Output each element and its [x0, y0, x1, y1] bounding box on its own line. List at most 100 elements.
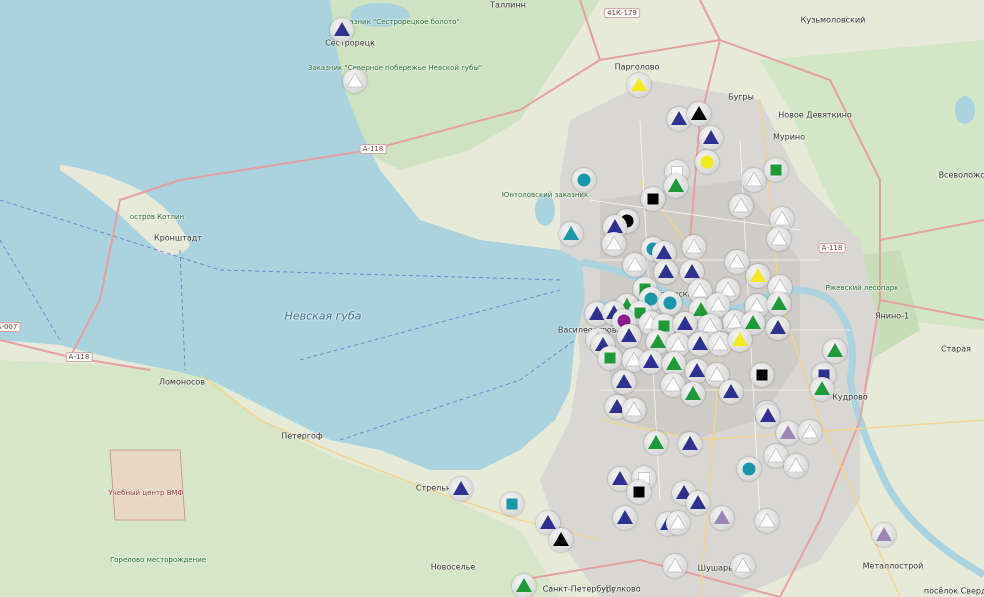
place-label: Санкт-Петербург [542, 584, 616, 594]
road-shield-label: А-118 [65, 352, 93, 362]
triangle-icon [827, 343, 843, 357]
map-marker-triangle-green[interactable] [810, 377, 834, 401]
map-marker-triangle-white[interactable] [623, 253, 647, 277]
triangle-icon [691, 106, 707, 120]
map-marker-square-black[interactable] [627, 480, 651, 504]
map-marker-triangle-navy[interactable] [612, 370, 636, 394]
triangle-icon [703, 130, 719, 144]
triangle-icon [750, 268, 766, 282]
map-marker-triangle-lavender[interactable] [710, 506, 734, 530]
triangle-icon [770, 320, 786, 334]
triangle-icon [801, 423, 819, 439]
map-marker-circle-teal[interactable] [572, 168, 596, 192]
triangle-icon [617, 510, 633, 524]
place-label: Горелово месторождение [109, 556, 207, 564]
map-marker-triangle-white[interactable] [622, 398, 646, 422]
map-marker-triangle-navy[interactable] [766, 316, 790, 340]
square-icon [756, 369, 768, 381]
map-marker-triangle-white[interactable] [784, 454, 808, 478]
square-icon [506, 498, 518, 510]
place-label: Мурино [772, 132, 806, 142]
map-marker-square-teal[interactable] [500, 492, 524, 516]
map-marker-triangle-navy[interactable] [699, 126, 723, 150]
place-label: Всеволожск [938, 170, 984, 180]
place-label: Новоселье [430, 562, 476, 572]
map-marker-triangle-yellow[interactable] [728, 328, 752, 352]
place-label: Бугры [728, 92, 754, 102]
map-marker-triangle-white[interactable] [755, 509, 779, 533]
place-label: Кузьмоловский [800, 15, 866, 25]
place-label: Невская губа [284, 309, 362, 323]
triangle-icon [453, 481, 469, 495]
triangle-icon [346, 72, 364, 88]
place-label: Юнтоловский заказник [501, 191, 589, 199]
road-shield-label: А-007 [0, 322, 21, 332]
map-marker-triangle-white[interactable] [663, 554, 687, 578]
map-view[interactable]: Сестрорецк Заказник "Сестрорецкое болото"… [0, 0, 984, 597]
place-label: остров Котлин [129, 213, 185, 221]
triangle-icon [685, 238, 703, 254]
triangle-icon [787, 457, 805, 473]
place-label: Ржевский лесопарк [825, 284, 899, 292]
triangle-icon [723, 384, 739, 398]
triangle-icon [732, 197, 750, 213]
map-marker-triangle-white[interactable] [729, 194, 753, 218]
map-marker-triangle-green[interactable] [681, 382, 705, 406]
map-marker-triangle-yellow[interactable] [627, 73, 651, 97]
map-marker-triangle-teal[interactable] [559, 222, 583, 246]
circle-icon [577, 173, 591, 187]
map-marker-square-black[interactable] [641, 187, 665, 211]
map-marker-triangle-navy[interactable] [639, 350, 663, 374]
map-marker-triangle-navy[interactable] [613, 506, 637, 530]
triangle-icon [643, 354, 659, 368]
map-marker-square-green[interactable] [764, 158, 788, 182]
map-marker-triangle-lavender[interactable] [872, 523, 896, 547]
triangle-icon [666, 557, 684, 573]
map-marker-triangle-black[interactable] [687, 102, 711, 126]
map-marker-triangle-white[interactable] [731, 554, 755, 578]
map-marker-triangle-navy[interactable] [330, 18, 354, 42]
map-marker-triangle-white[interactable] [343, 69, 367, 93]
circle-icon [742, 462, 756, 476]
place-label: Ломоносов [159, 377, 205, 387]
map-marker-triangle-navy[interactable] [449, 477, 473, 501]
triangle-icon [745, 171, 763, 187]
place-label: Новое Девяткино [778, 110, 852, 120]
place-label: Заказник "Сестрорецкое болото" [336, 18, 460, 26]
place-label: Таллинн [490, 0, 526, 10]
place-label: Парголово [614, 62, 660, 72]
map-marker-square-black[interactable] [750, 363, 774, 387]
triangle-icon [758, 512, 776, 528]
map-marker-circle-teal[interactable] [737, 457, 761, 481]
triangle-icon [334, 22, 350, 36]
map-marker-triangle-navy[interactable] [719, 380, 743, 404]
triangle-icon [771, 296, 787, 310]
map-marker-triangle-white[interactable] [682, 235, 706, 259]
place-label: Янино-1 [874, 311, 910, 321]
place-label: Заказник "Северное побережье Невской губ… [307, 64, 483, 72]
map-marker-triangle-white[interactable] [767, 227, 791, 251]
map-marker-triangle-green[interactable] [644, 431, 668, 455]
map-marker-triangle-navy[interactable] [678, 432, 702, 456]
map-marker-triangle-green[interactable] [664, 174, 688, 198]
map-marker-square-green[interactable] [598, 346, 622, 370]
triangle-icon [553, 532, 569, 546]
map-marker-triangle-white[interactable] [798, 420, 822, 444]
map-marker-triangle-navy[interactable] [654, 260, 678, 284]
map-marker-circle-yellow[interactable] [695, 150, 719, 174]
map-marker-triangle-navy[interactable] [617, 324, 641, 348]
map-marker-triangle-green[interactable] [767, 292, 791, 316]
triangle-icon [621, 328, 637, 342]
triangle-icon [770, 230, 788, 246]
map-marker-triangle-yellow[interactable] [746, 264, 770, 288]
map-marker-triangle-green[interactable] [512, 574, 536, 597]
square-icon [633, 486, 645, 498]
map-marker-triangle-lavender[interactable] [776, 421, 800, 445]
map-marker-triangle-black[interactable] [549, 528, 573, 552]
triangle-icon [658, 264, 674, 278]
map-marker-triangle-white[interactable] [742, 168, 766, 192]
road-shield-label: А-118 [359, 144, 387, 154]
map-marker-triangle-green[interactable] [823, 339, 847, 363]
triangle-icon [631, 77, 647, 91]
map-marker-triangle-white[interactable] [666, 511, 690, 535]
